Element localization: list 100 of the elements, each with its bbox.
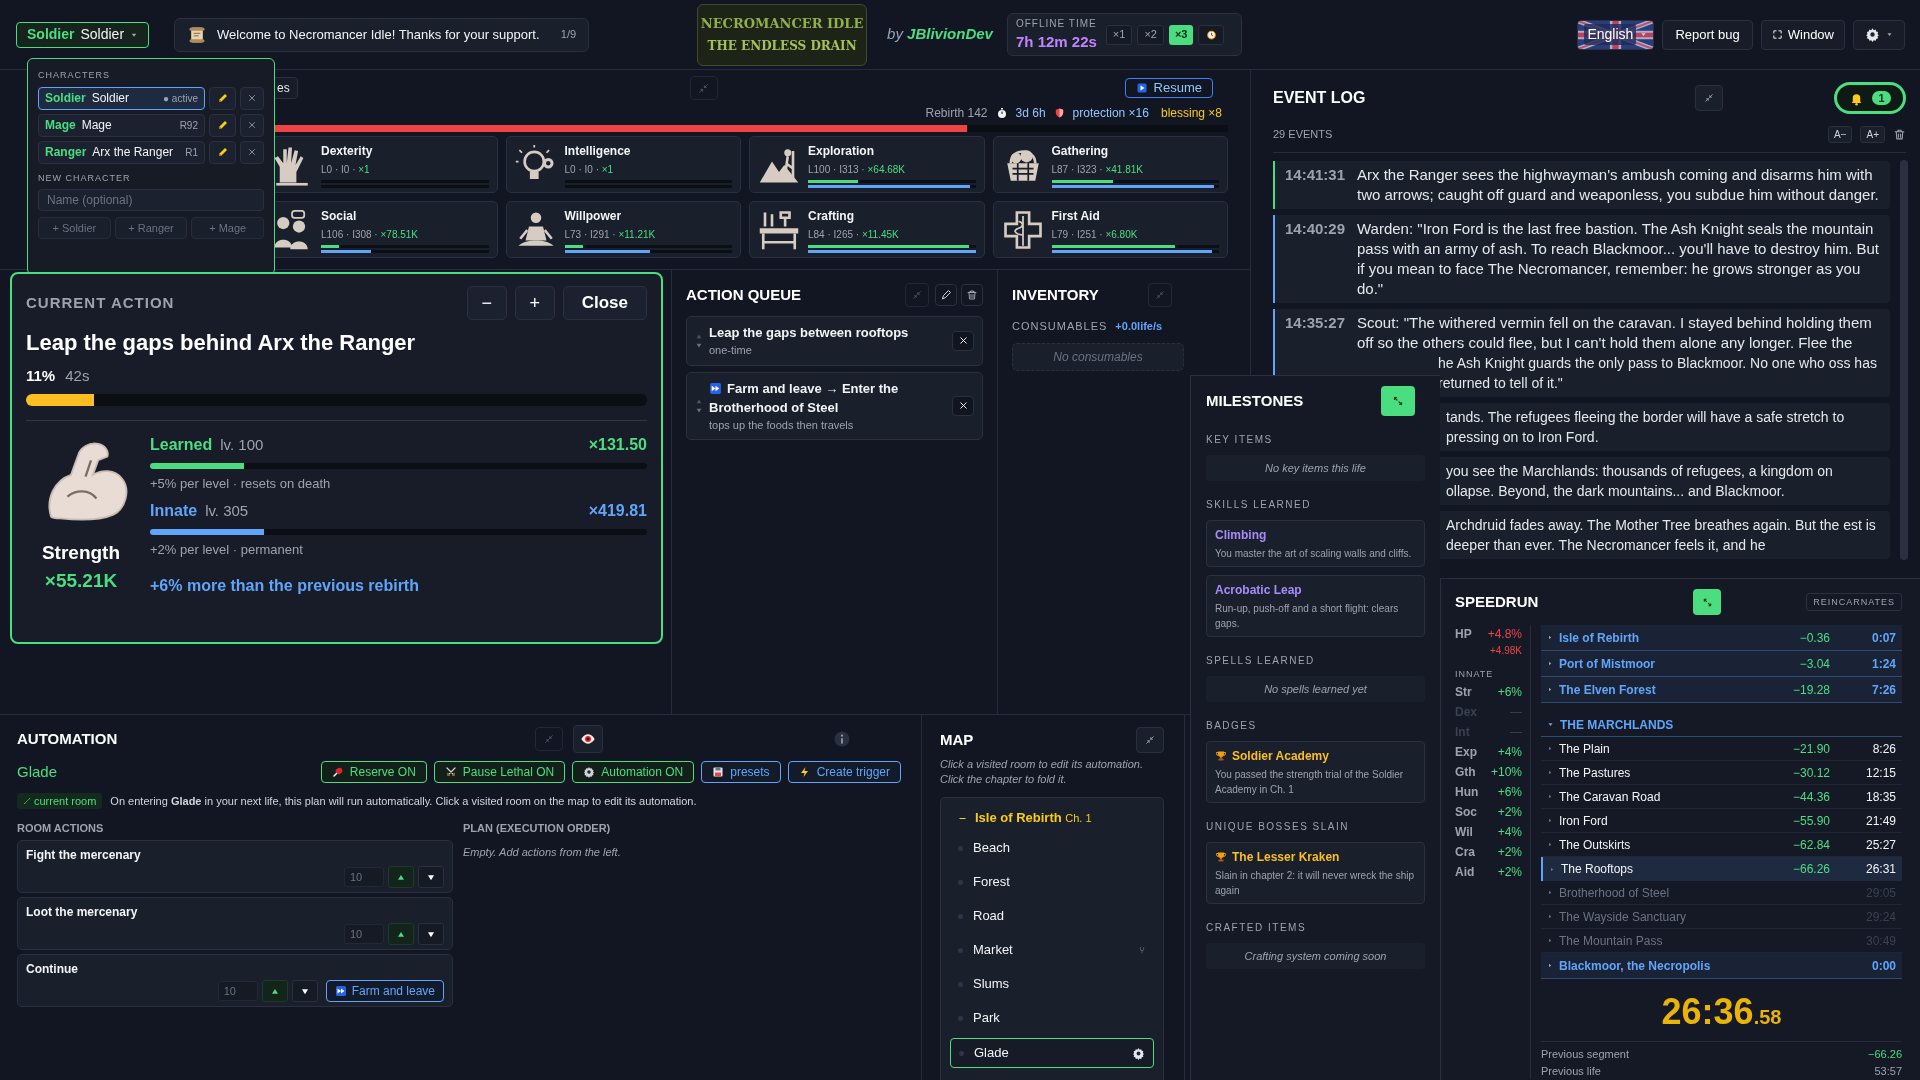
- clock-button[interactable]: [1198, 24, 1225, 45]
- toggle-button[interactable]: Reserve ON: [320, 761, 427, 783]
- milestone-name: Soldier Academy: [1232, 748, 1329, 765]
- map-room[interactable]: Park: [950, 1004, 1154, 1032]
- move-down-icon[interactable]: [695, 341, 703, 349]
- window-button[interactable]: Window: [1760, 19, 1845, 50]
- count-field[interactable]: 10: [344, 867, 384, 887]
- font-larger-button[interactable]: A+: [1860, 126, 1885, 143]
- chapter-toggle[interactable]: Isle of Rebirth Ch. 1: [950, 808, 1154, 828]
- count-field[interactable]: 10: [344, 924, 384, 944]
- chapter-split[interactable]: Port of Mistmoor −3.04 1:24: [1541, 651, 1902, 677]
- move-down-button[interactable]: [291, 980, 318, 1002]
- speed-button[interactable]: ×3: [1168, 24, 1194, 45]
- skill-card[interactable]: Gathering L87 · I323 · ×41.81K: [992, 136, 1228, 193]
- farm-and-leave-button[interactable]: Farm and leave: [325, 980, 444, 1002]
- queue-item[interactable]: Leap the gaps between rooftops one-time: [686, 316, 983, 366]
- action-button[interactable]: Create trigger: [787, 761, 901, 783]
- chapter-toggle[interactable]: THE MARCHLANDS: [1541, 713, 1902, 737]
- move-down-button[interactable]: [418, 923, 444, 945]
- track-level: lv. 100: [220, 434, 264, 455]
- character-selector[interactable]: Soldier Soldier: [16, 21, 150, 48]
- notifications-button[interactable]: 1: [1834, 82, 1906, 114]
- down-arrow-icon: [426, 929, 436, 939]
- skill-card[interactable]: Exploration L100 · I313 · ×64.68K: [749, 136, 985, 193]
- collapse-button[interactable]: [1136, 727, 1164, 753]
- skill-card[interactable]: Willpower L73 · I291 · ×11.21K: [505, 201, 741, 258]
- resume-button[interactable]: Resume: [1124, 78, 1213, 98]
- character-item[interactable]: Mage Mage R92: [38, 113, 205, 137]
- section-label: SKILLS LEARNED: [1206, 498, 1312, 512]
- skill-card[interactable]: Crafting L84 · I265 · ×11.45K: [749, 201, 985, 258]
- life-rate: +0.0life/s: [1115, 319, 1163, 334]
- report-bug-button[interactable]: Report bug: [1662, 19, 1753, 50]
- move-down-icon[interactable]: [695, 406, 703, 414]
- map-room[interactable]: Slums: [950, 970, 1154, 998]
- chapter-split[interactable]: Blackmoor, the Necropolis 0:00: [1541, 953, 1902, 979]
- font-smaller-button[interactable]: A−: [1827, 126, 1853, 143]
- rename-button[interactable]: [209, 86, 236, 110]
- chapter-split[interactable]: Isle of Rebirth −0.36 0:07: [1541, 625, 1902, 651]
- split-row[interactable]: The Plain −21.90 8:26: [1541, 737, 1902, 761]
- notice-text: Welcome to Necromancer Idle! Thanks for your support.: [217, 25, 540, 44]
- action-button[interactable]: presets: [701, 761, 781, 783]
- stat-label: HP: [1455, 626, 1472, 643]
- map-room[interactable]: Beach: [950, 834, 1154, 862]
- fast-forward-icon: [709, 381, 722, 395]
- split-row[interactable]: The Caravan Road −44.36 18:35: [1541, 785, 1902, 809]
- map-room[interactable]: Market: [950, 936, 1154, 964]
- page-counter: 1/9: [560, 27, 577, 43]
- skill-card[interactable]: First Aid L79 · I251 · ×6.80K: [992, 201, 1228, 258]
- remove-button[interactable]: [952, 330, 974, 351]
- toggle-button[interactable]: Pause Lethal ON: [433, 761, 566, 783]
- queue-item[interactable]: Farm and leave → Enter the Brotherhood of Steel tops up the foods then travels: [686, 371, 983, 440]
- skill-card[interactable]: Intelligence L0 · I0 · ×1: [505, 136, 741, 193]
- track-multiplier: ×419.81: [588, 501, 647, 521]
- split-row[interactable]: The Rooftops −66.26 26:31: [1541, 857, 1902, 881]
- rename-button[interactable]: [209, 140, 236, 164]
- chapter-split[interactable]: The Elven Forest −19.28 7:26: [1541, 677, 1902, 703]
- expand-button[interactable]: [1693, 589, 1722, 615]
- rename-button[interactable]: [209, 113, 236, 137]
- section-label: NEW CHARACTER: [38, 171, 132, 185]
- move-up-button[interactable]: [261, 980, 288, 1002]
- split-row[interactable]: The Pastures −30.12 12:15: [1541, 761, 1902, 785]
- map-room[interactable]: Glade: [950, 1038, 1154, 1068]
- visibility-button[interactable]: [573, 725, 604, 753]
- move-down-button[interactable]: [418, 866, 444, 888]
- section-label: CRAFTED ITEMS: [1206, 921, 1308, 935]
- log-text: Scout: "The withered vermin fell on the caravan. I stayed behind holding them off so the others could flee, but I can't hold them alone any longer. Flee the: [1357, 313, 1873, 353]
- toggle-button[interactable]: Automation ON: [572, 761, 695, 783]
- trash-icon[interactable]: [1893, 128, 1906, 141]
- scrollbar[interactable]: [1900, 160, 1908, 560]
- offline-time: 7h 12m 22s: [1015, 31, 1097, 52]
- edit-button[interactable]: [935, 284, 957, 306]
- decrease-button[interactable]: −: [466, 286, 507, 320]
- panel-title: AUTOMATION: [17, 728, 118, 749]
- settings-button[interactable]: [1853, 19, 1905, 50]
- name-field[interactable]: Name (optional): [38, 189, 264, 211]
- count-field[interactable]: 10: [217, 981, 258, 1001]
- close-button[interactable]: Close: [562, 286, 647, 320]
- split-row[interactable]: Iron Ford −55.90 21:49: [1541, 809, 1902, 833]
- language-button[interactable]: English: [1577, 19, 1655, 50]
- skill-levels: L106 · I308 · ×78.51K: [321, 227, 420, 242]
- character-item[interactable]: Soldier Soldier ● active: [38, 86, 205, 110]
- remove-button[interactable]: [952, 395, 974, 416]
- speed-button[interactable]: ×2: [1137, 24, 1164, 45]
- stat-label: Wil: [1455, 823, 1473, 841]
- info-icon[interactable]: [833, 730, 852, 748]
- clear-queue-button[interactable]: [961, 284, 983, 306]
- speed-button[interactable]: ×1: [1105, 24, 1133, 45]
- increase-button[interactable]: +: [514, 286, 555, 320]
- gear-icon[interactable]: [1132, 1046, 1145, 1060]
- move-up-button[interactable]: [388, 866, 414, 888]
- log-text: Archdruid fades away. The Mother Tree breathes again. But the est is deeper than ever. The Necromancer feels it, and he: [1446, 516, 1877, 555]
- caret-icon: [1547, 817, 1553, 824]
- map-room[interactable]: Forest: [950, 868, 1154, 896]
- move-up-button[interactable]: [388, 923, 414, 945]
- down-arrow-icon: [426, 872, 436, 882]
- collapse-button[interactable]: [1695, 85, 1724, 111]
- expand-button[interactable]: [1381, 386, 1415, 416]
- dialog-title: CURRENT ACTION: [26, 292, 175, 313]
- map-room[interactable]: Road: [950, 902, 1154, 930]
- character-item[interactable]: Ranger Arx the Ranger R1: [38, 140, 205, 164]
